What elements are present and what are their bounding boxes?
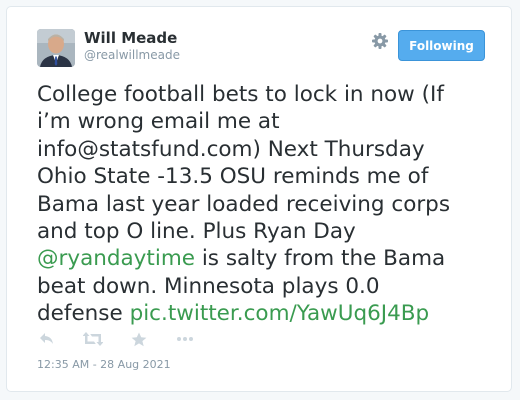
mention-link[interactable]: @ryandaytime bbox=[37, 246, 195, 271]
tweet-line: beat down. Minnesota plays 0.0 bbox=[37, 273, 489, 300]
tweet-line: @ryandaytime is salty from the Bama bbox=[37, 245, 489, 272]
tweet-text-segment: and top O line. Plus Ryan Day bbox=[37, 219, 356, 245]
avatar-photo bbox=[37, 29, 75, 67]
tweet-card: Will Meade @realwillmeade Following Coll… bbox=[6, 6, 512, 392]
avatar[interactable] bbox=[37, 29, 75, 67]
tweet-line: defense pic.twitter.com/YawUq6J4Bp bbox=[37, 300, 489, 327]
tweet-text-segment: info@statsfund.com) Next Thursday bbox=[37, 136, 425, 162]
user-handle[interactable]: @realwillmeade bbox=[84, 48, 180, 63]
tweet-text-segment: defense bbox=[37, 301, 130, 327]
tweet-timestamp[interactable]: 12:35 AM - 28 Aug 2021 bbox=[37, 358, 171, 372]
tweet-text-segment: beat down. Minnesota plays 0.0 bbox=[37, 273, 380, 299]
more-icon[interactable] bbox=[175, 330, 195, 348]
tweet-text: College football bets to lock in now (If… bbox=[37, 81, 489, 328]
tweet-text-segment: Bama last year loaded receiving corps bbox=[37, 191, 451, 217]
favorite-icon[interactable] bbox=[129, 330, 149, 348]
tweet-line: Bama last year loaded receiving corps bbox=[37, 191, 489, 218]
tweet-text-segment: College football bets to lock in now (If bbox=[37, 82, 444, 107]
tweet-line: i’m wrong email me at bbox=[37, 108, 489, 135]
tweet-line: info@statsfund.com) Next Thursday bbox=[37, 136, 489, 163]
tweet-line: and top O line. Plus Ryan Day bbox=[37, 218, 489, 245]
tweet-text-segment: is salty from the Bama bbox=[195, 246, 446, 272]
retweet-icon[interactable] bbox=[83, 330, 103, 348]
following-button[interactable]: Following bbox=[398, 30, 485, 61]
reply-icon[interactable] bbox=[37, 330, 57, 348]
tweet-actions bbox=[37, 330, 221, 348]
pic-link[interactable]: pic.twitter.com/YawUq6J4Bp bbox=[130, 301, 430, 326]
tweet-text-segment: i’m wrong email me at bbox=[37, 109, 280, 135]
user-name[interactable]: Will Meade bbox=[84, 29, 177, 47]
tweet-line: Ohio State -13.5 OSU reminds me of bbox=[37, 163, 489, 190]
gear-icon[interactable] bbox=[370, 31, 390, 51]
tweet-text-segment: Ohio State -13.5 OSU reminds me of bbox=[37, 164, 429, 190]
tweet-line: College football bets to lock in now (If bbox=[37, 81, 489, 108]
